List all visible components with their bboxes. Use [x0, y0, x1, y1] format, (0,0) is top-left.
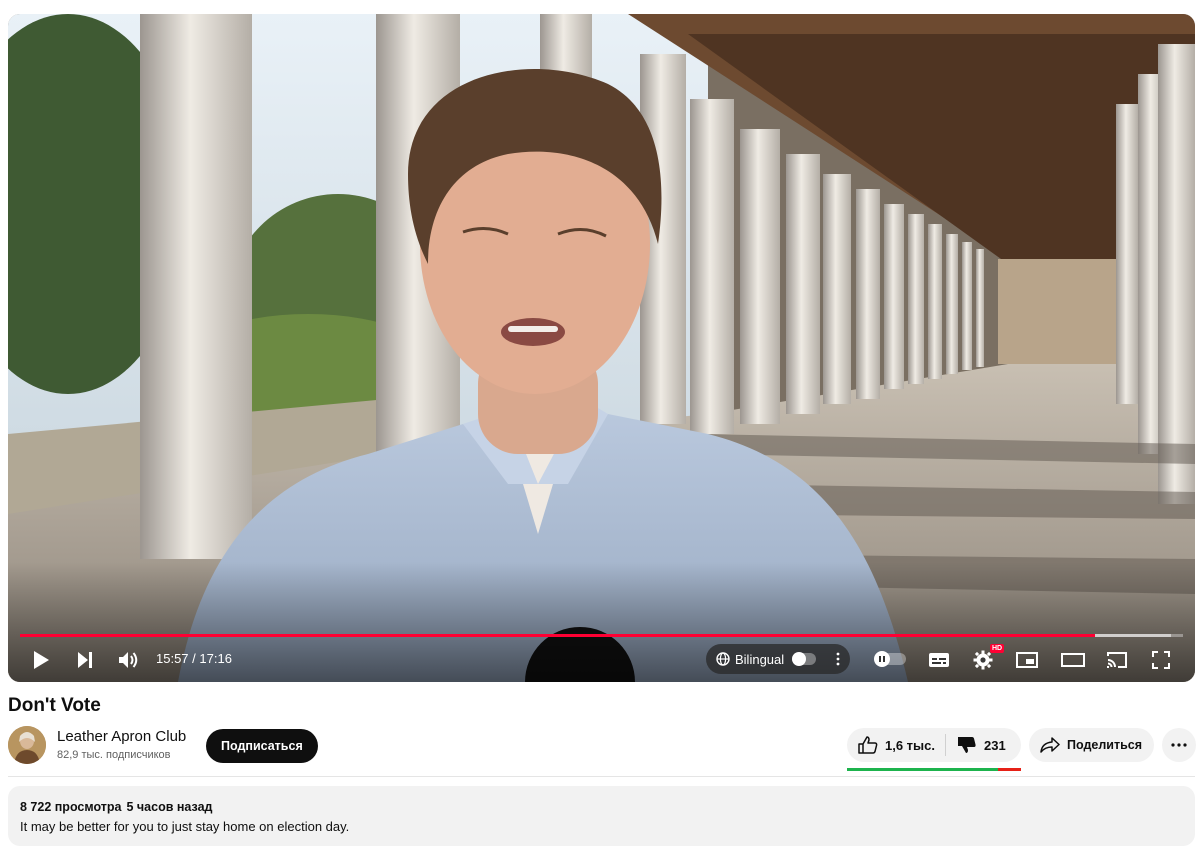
- fullscreen-icon: [1152, 651, 1170, 669]
- time-current: 15:57: [156, 651, 189, 666]
- video-title: Don't Vote: [8, 695, 101, 716]
- more-horizontal-icon: [1171, 743, 1187, 747]
- bilingual-label: Bilingual: [735, 651, 785, 667]
- theater-mode-icon: [1061, 653, 1085, 667]
- video-player[interactable]: 15:57 / 17:16 Bilingual HD: [8, 14, 1195, 682]
- like-count: 1,6 тыс.: [885, 737, 935, 753]
- publish-date: 5 часов назад: [126, 800, 213, 814]
- dislike-button[interactable]: 231: [946, 728, 1006, 762]
- hd-badge: HD: [990, 644, 1005, 653]
- share-icon: [1040, 737, 1060, 753]
- channel-name[interactable]: Leather Apron Club: [57, 727, 186, 747]
- next-icon: [78, 652, 92, 668]
- divider: [8, 776, 1195, 777]
- like-ratio-fill: [847, 768, 999, 771]
- subscribe-button[interactable]: Подписаться: [206, 729, 318, 763]
- avatar: [8, 726, 46, 764]
- thumbs-up-icon: [858, 736, 878, 754]
- theater-mode-button[interactable]: [1060, 646, 1086, 674]
- time-display: 15:57 / 17:16: [156, 651, 232, 666]
- autoplay-toggle[interactable]: [874, 651, 906, 667]
- play-button[interactable]: [28, 646, 54, 674]
- settings-gear-icon: [973, 650, 993, 670]
- volume-icon: [119, 652, 138, 668]
- subscriber-count: 82,9 тыс. подписчиков: [57, 749, 171, 761]
- autoplay-pause-icon: [879, 656, 885, 662]
- bilingual-switch[interactable]: [792, 652, 817, 666]
- subtitles-icon: [929, 653, 949, 667]
- cast-button[interactable]: [1104, 646, 1130, 674]
- share-label: Поделиться: [1067, 738, 1143, 752]
- miniplayer-icon: [1016, 652, 1038, 668]
- description-text: It may be better for you to just stay ho…: [20, 819, 350, 834]
- volume-button[interactable]: [116, 646, 142, 674]
- like-button[interactable]: 1,6 тыс.: [847, 728, 945, 762]
- subtitles-button[interactable]: [926, 646, 952, 674]
- bilingual-toggle-pill[interactable]: Bilingual: [706, 644, 850, 674]
- progress-bar[interactable]: [20, 634, 1183, 637]
- more-actions-button[interactable]: [1162, 728, 1196, 762]
- globe-icon: [716, 652, 730, 666]
- autoplay-knob: [874, 651, 890, 667]
- description-meta: 8 722 просмотра 5 часов назад: [20, 799, 212, 815]
- dislike-count: 231: [984, 737, 1006, 753]
- description-box[interactable]: 8 722 просмотра 5 часов назад It may be b…: [8, 786, 1195, 846]
- progress-played: [20, 634, 1095, 637]
- play-icon: [34, 651, 49, 669]
- cast-icon: [1107, 652, 1127, 668]
- more-vertical-icon[interactable]: [836, 652, 840, 666]
- channel-avatar[interactable]: [8, 726, 46, 764]
- share-button[interactable]: Поделиться: [1029, 728, 1154, 762]
- view-count: 8 722 просмотра: [20, 800, 122, 814]
- time-total: 17:16: [199, 651, 232, 666]
- like-dislike-group: 1,6 тыс. 231: [847, 728, 1021, 762]
- miniplayer-button[interactable]: [1014, 646, 1040, 674]
- like-ratio-bar: [847, 768, 1021, 771]
- fullscreen-button[interactable]: [1148, 646, 1174, 674]
- thumbs-down-icon: [958, 737, 976, 753]
- next-button[interactable]: [72, 646, 98, 674]
